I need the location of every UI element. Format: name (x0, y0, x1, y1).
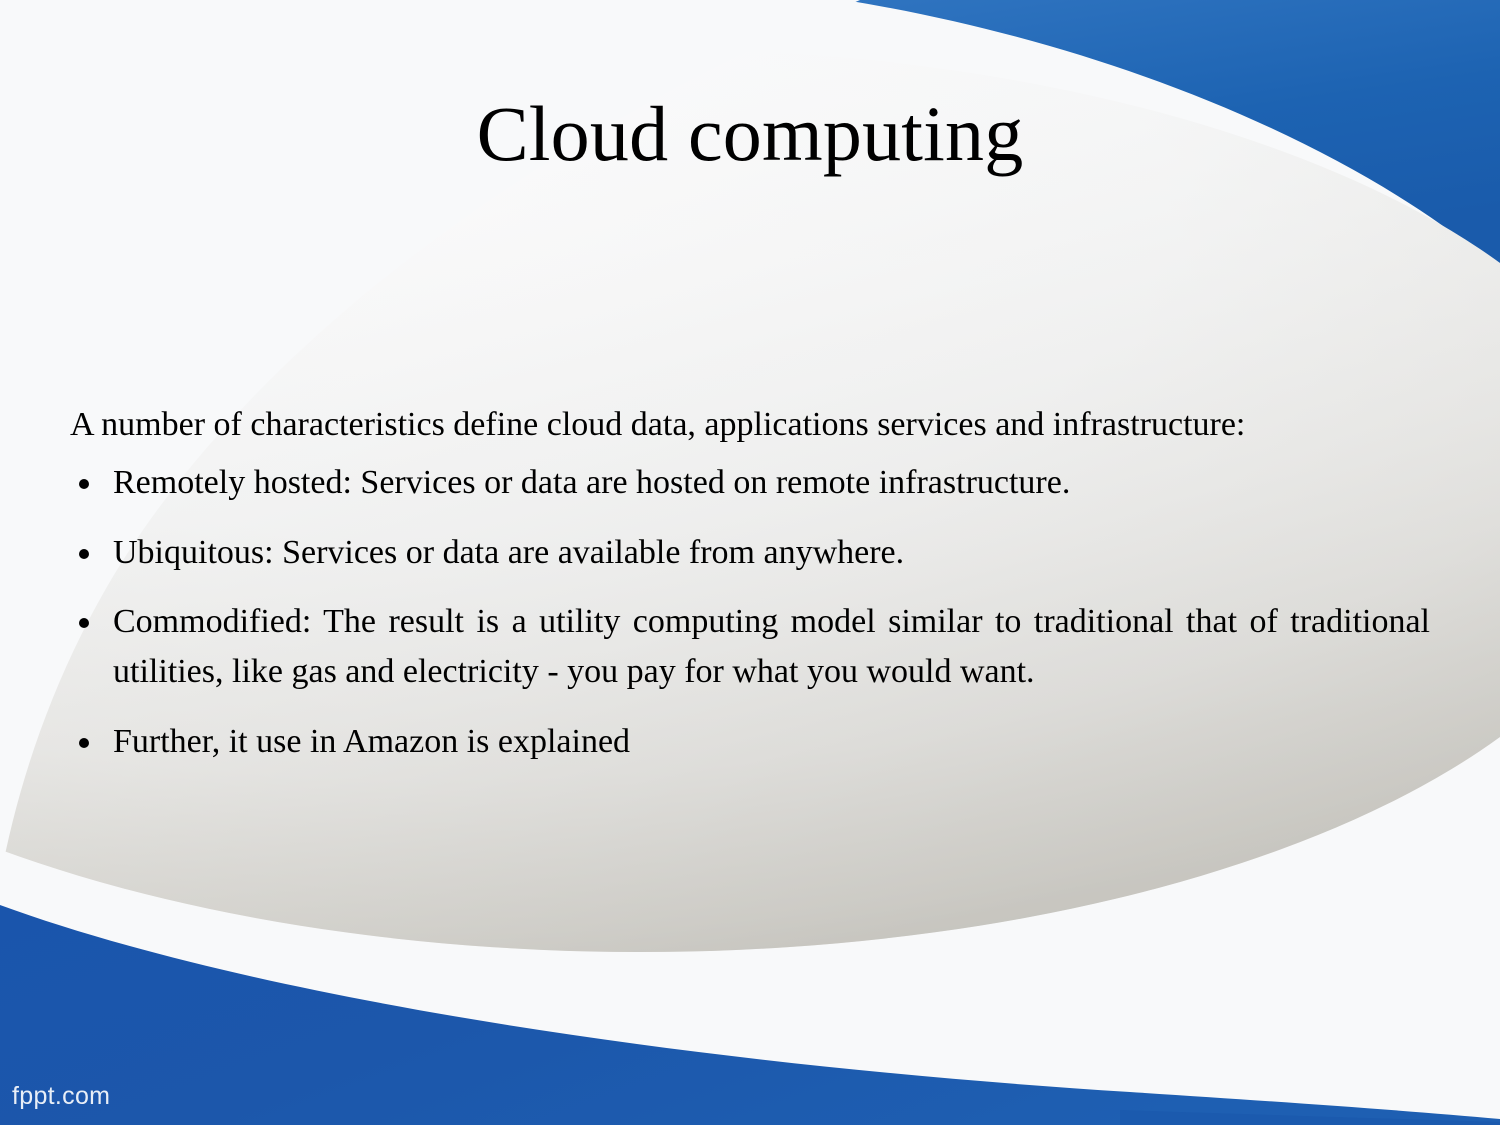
bullet-dot-icon (79, 737, 89, 748)
bullet-dot-icon (79, 548, 89, 559)
bullet-text: Remotely hosted: Services or data are ho… (113, 464, 1071, 502)
bullet-text: Ubiquitous: Services or data are availab… (113, 533, 905, 571)
bullet-item-commodified: Commodified: The result is a utility com… (70, 597, 1430, 698)
bullet-text: Commodified: The result is a utility com… (113, 602, 1430, 691)
bullet-dot-icon (79, 479, 89, 490)
bullet-dot-icon (79, 617, 89, 628)
presentation-slide: Cloud computing A number of characterist… (0, 0, 1500, 1125)
bullet-item-ubiquitous: Ubiquitous: Services or data are availab… (70, 528, 1430, 578)
slide-title: Cloud computing (476, 90, 1024, 177)
slide-body: A number of characteristics define cloud… (70, 400, 1430, 767)
fppt-watermark: fppt.com (12, 1082, 111, 1110)
slide-content: Cloud computing A number of characterist… (0, 0, 1500, 1125)
intro-paragraph: A number of characteristics define cloud… (70, 406, 1246, 443)
bullet-text: Further, it use in Amazon is explained (113, 722, 631, 760)
bullet-item-amazon: Further, it use in Amazon is explained (70, 717, 1430, 767)
bullet-list: Remotely hosted: Services or data are ho… (70, 458, 1430, 767)
bullet-item-remotely-hosted: Remotely hosted: Services or data are ho… (70, 458, 1430, 508)
